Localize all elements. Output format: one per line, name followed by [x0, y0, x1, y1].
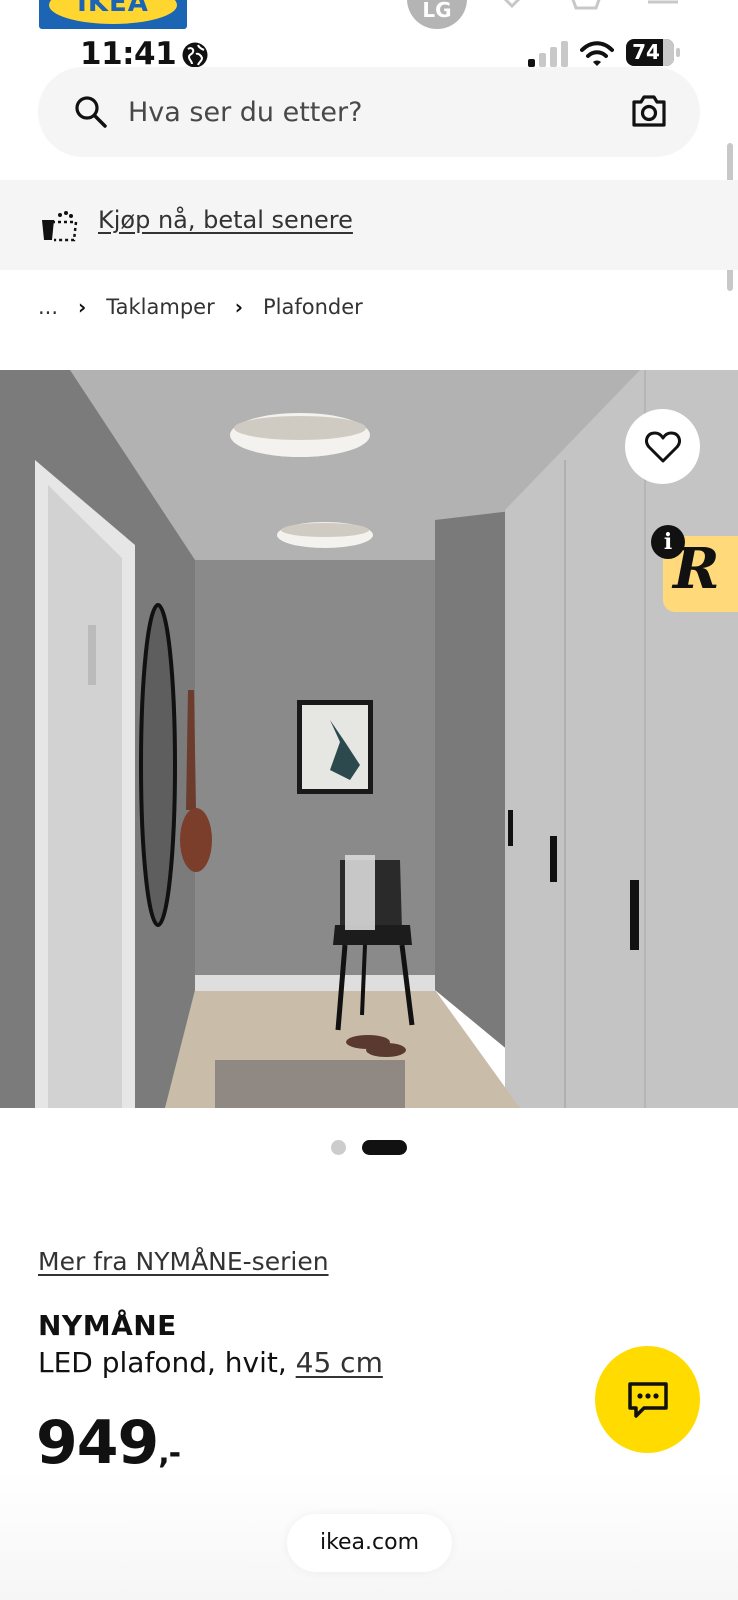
wifi-icon: [580, 41, 614, 66]
search-bar[interactable]: [38, 67, 700, 157]
product-price: 949,-: [36, 1408, 181, 1478]
chat-icon: [627, 1381, 668, 1418]
product-name: NYMÅNE: [38, 1309, 177, 1342]
chat-button[interactable]: [595, 1346, 700, 1453]
camera-icon[interactable]: [631, 94, 667, 128]
description-text: LED plafond, hvit,: [38, 1346, 296, 1379]
series-link[interactable]: Mer fra NYMÅNE-serien: [38, 1247, 329, 1276]
breadcrumb-separator: ›: [78, 295, 87, 319]
price-suffix: ,-: [158, 1436, 181, 1471]
size-link[interactable]: 45 cm: [296, 1346, 383, 1379]
pay-later-banner[interactable]: Kjøp nå, betal senere: [0, 180, 738, 270]
hallway-ceiling-lamp-photo: [0, 370, 738, 1108]
breadcrumb-item-ellipsis[interactable]: ...: [38, 295, 58, 319]
favorite-button[interactable]: [625, 409, 700, 484]
battery-icon: 74: [626, 39, 674, 66]
info-icon[interactable]: i: [651, 525, 685, 559]
product-image[interactable]: [0, 370, 738, 1108]
product-description: LED plafond, hvit, 45 cm: [38, 1346, 383, 1379]
heart-icon[interactable]: [494, 0, 530, 18]
globe-icon: [182, 42, 208, 68]
heart-icon: [644, 431, 681, 462]
ikea-logo[interactable]: IKEA: [39, 0, 187, 29]
battery-level: 74: [632, 40, 660, 64]
pay-later-icon: [42, 211, 78, 242]
price-value: 949: [36, 1408, 159, 1478]
breadcrumb-separator: ›: [234, 295, 243, 319]
search-icon[interactable]: [74, 95, 108, 129]
carousel-dot-2-active[interactable]: [362, 1140, 407, 1155]
shopping-bag-icon[interactable]: [568, 0, 604, 18]
menu-icon[interactable]: [648, 0, 684, 18]
signal-icon: [528, 41, 568, 67]
url-bar[interactable]: ikea.com: [287, 1514, 452, 1572]
avatar[interactable]: LG: [407, 0, 467, 29]
breadcrumb-item-plafonder[interactable]: Plafonder: [263, 295, 363, 319]
battery-tip: [676, 48, 680, 57]
logo-text: IKEA: [77, 0, 149, 18]
pay-later-link[interactable]: Kjøp nå, betal senere: [98, 206, 353, 234]
carousel-dot-1[interactable]: [331, 1140, 346, 1155]
breadcrumb-item-taklamper[interactable]: Taklamper: [106, 295, 214, 319]
breadcrumb: ... › Taklamper › Plafonder: [38, 295, 363, 319]
search-input[interactable]: [128, 91, 608, 133]
